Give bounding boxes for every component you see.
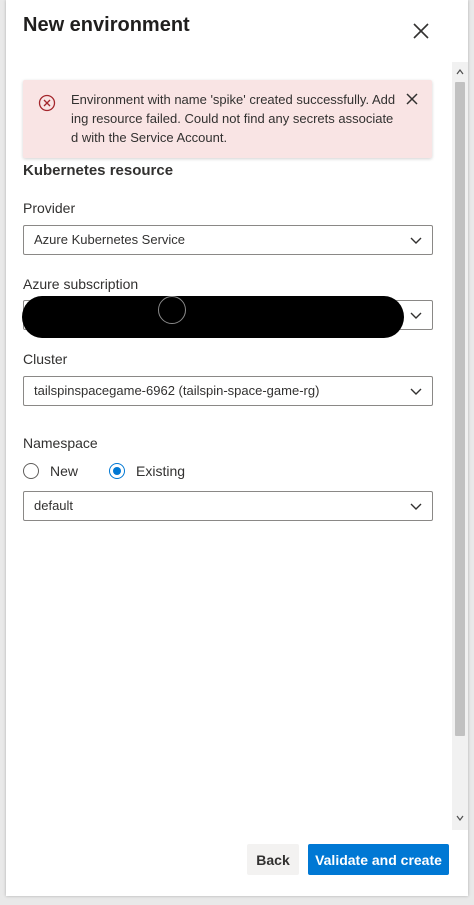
namespace-new-radio[interactable]: New bbox=[23, 462, 93, 482]
validate-and-create-button[interactable]: Validate and create bbox=[308, 844, 449, 875]
namespace-value: default bbox=[34, 498, 74, 513]
namespace-existing-label: Existing bbox=[136, 463, 186, 479]
provider-dropdown[interactable]: Azure Kubernetes Service bbox=[23, 225, 433, 255]
namespace-existing-radio[interactable]: Existing bbox=[109, 462, 219, 482]
chevron-down-icon bbox=[410, 312, 422, 319]
namespace-dropdown[interactable]: default bbox=[23, 491, 433, 521]
subscription-label: Azure subscription bbox=[23, 276, 139, 292]
provider-value: Azure Kubernetes Service bbox=[34, 232, 186, 247]
back-button[interactable]: Back bbox=[247, 844, 299, 875]
provider-label: Provider bbox=[23, 200, 76, 216]
close-icon bbox=[406, 93, 418, 105]
alert-message: Environment with name 'spike' created su… bbox=[71, 92, 396, 145]
namespace-radio-group: New Existing bbox=[23, 462, 323, 482]
new-environment-panel: New environment Environment with name 's… bbox=[6, 0, 468, 896]
scrollbar-thumb[interactable] bbox=[455, 82, 465, 736]
radio-circle bbox=[23, 463, 39, 479]
cluster-label: Cluster bbox=[23, 351, 68, 367]
cluster-dropdown[interactable]: tailspinspacegame-6962 (tailspin-space-g… bbox=[23, 376, 433, 406]
error-alert: Environment with name 'spike' created su… bbox=[23, 80, 432, 158]
chevron-down-icon bbox=[410, 503, 422, 510]
radio-circle-checked bbox=[109, 463, 125, 479]
scroll-up-icon[interactable] bbox=[456, 68, 464, 76]
section-title: Kubernetes resource bbox=[23, 162, 174, 179]
redaction-mark bbox=[22, 296, 404, 338]
chevron-down-icon bbox=[410, 237, 422, 244]
dismiss-alert-button[interactable] bbox=[403, 90, 421, 108]
close-panel-button[interactable] bbox=[408, 18, 434, 44]
cluster-value: tailspinspacegame-6962 (tailspin-space-g… bbox=[34, 383, 320, 398]
error-circle-icon bbox=[38, 94, 56, 112]
loading-cursor-icon bbox=[158, 296, 186, 324]
namespace-new-label: New bbox=[50, 463, 79, 479]
vertical-scrollbar[interactable] bbox=[452, 62, 468, 830]
scroll-down-icon[interactable] bbox=[456, 814, 464, 822]
namespace-label: Namespace bbox=[23, 435, 98, 451]
chevron-down-icon bbox=[410, 388, 422, 395]
panel-title: New environment bbox=[23, 14, 190, 36]
close-icon bbox=[413, 23, 429, 39]
